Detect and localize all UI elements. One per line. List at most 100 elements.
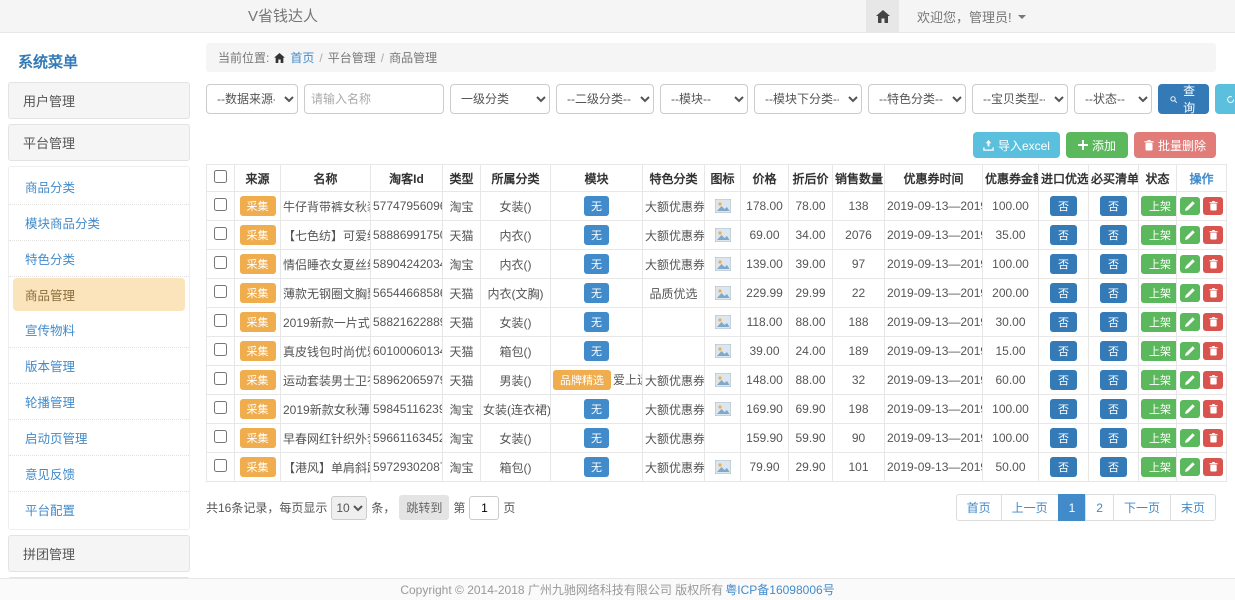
page-button-1[interactable]: 1 [1058,494,1087,521]
page-button-下一页[interactable]: 下一页 [1113,494,1171,521]
status-on-shelf-button[interactable]: 上架 [1141,254,1177,274]
delete-button[interactable] [1203,226,1223,244]
row-checkbox[interactable] [214,343,227,356]
jump-button[interactable]: 跳转到 [399,495,449,520]
must-buy-toggle[interactable]: 否 [1100,399,1127,419]
status-select[interactable]: --状态-- [1074,84,1152,114]
sidebar-item[interactable]: 特色分类 [9,241,189,277]
sidebar-item[interactable]: 轮播管理 [9,384,189,420]
sidebar-item[interactable]: 版本管理 [9,348,189,384]
select-all-checkbox[interactable] [214,170,227,183]
sidebar-item[interactable]: 启动页管理 [9,420,189,456]
import-select-toggle[interactable]: 否 [1050,312,1077,332]
delete-button[interactable] [1203,400,1223,418]
module-sub-category-select[interactable]: --模块下分类-- [754,84,862,114]
status-on-shelf-button[interactable]: 上架 [1141,457,1177,477]
delete-button[interactable] [1203,342,1223,360]
status-on-shelf-button[interactable]: 上架 [1141,428,1177,448]
row-checkbox[interactable] [214,401,227,414]
sidebar-item[interactable]: 宣传物料 [9,312,189,348]
must-buy-toggle[interactable]: 否 [1100,457,1127,477]
import-select-toggle[interactable]: 否 [1050,196,1077,216]
sidebar-item[interactable]: 模块商品分类 [9,205,189,241]
must-buy-toggle[interactable]: 否 [1100,254,1127,274]
import-select-toggle[interactable]: 否 [1050,399,1077,419]
delete-button[interactable] [1203,284,1223,302]
per-page-select[interactable]: 10 [331,496,367,520]
row-checkbox[interactable] [214,198,227,211]
feature-category-select[interactable]: --特色分类-- [868,84,966,114]
import-select-toggle[interactable]: 否 [1050,225,1077,245]
delete-button[interactable] [1203,255,1223,273]
edit-button[interactable] [1180,313,1200,331]
sidebar-item[interactable]: 商品分类 [9,169,189,205]
must-buy-toggle[interactable]: 否 [1100,196,1127,216]
import-select-toggle[interactable]: 否 [1050,283,1077,303]
import-select-toggle[interactable]: 否 [1050,254,1077,274]
must-buy-toggle[interactable]: 否 [1100,225,1127,245]
add-button[interactable]: 添加 [1066,132,1128,158]
status-on-shelf-button[interactable]: 上架 [1141,370,1177,390]
row-checkbox[interactable] [214,459,227,472]
must-buy-toggle[interactable]: 否 [1100,312,1127,332]
sidebar-group[interactable]: 拼团管理 [8,535,190,572]
data-source-select[interactable]: --数据来源-- [206,84,298,114]
import-select-toggle[interactable]: 否 [1050,457,1077,477]
row-checkbox[interactable] [214,256,227,269]
page-button-2[interactable]: 2 [1085,494,1114,521]
page-button-末页[interactable]: 末页 [1170,494,1216,521]
status-on-shelf-button[interactable]: 上架 [1141,225,1177,245]
delete-button[interactable] [1203,458,1223,476]
sidebar-item-active[interactable]: 商品管理 [13,278,185,311]
edit-button[interactable] [1180,429,1200,447]
row-checkbox[interactable] [214,227,227,240]
sidebar-group[interactable]: 平台管理 [8,124,190,161]
edit-button[interactable] [1180,400,1200,418]
must-buy-toggle[interactable]: 否 [1100,341,1127,361]
name-input[interactable] [304,84,444,114]
must-buy-toggle[interactable]: 否 [1100,428,1127,448]
user-menu[interactable]: 欢迎您，管理员! [917,0,1026,33]
edit-button[interactable] [1180,371,1200,389]
import-select-toggle[interactable]: 否 [1050,370,1077,390]
status-on-shelf-button[interactable]: 上架 [1141,399,1177,419]
page-number-input[interactable] [469,496,499,520]
module-select[interactable]: --模块-- [660,84,748,114]
search-button[interactable]: 查询 [1158,84,1209,114]
delete-button[interactable] [1203,371,1223,389]
sidebar-item[interactable]: 意见反馈 [9,456,189,492]
delete-button[interactable] [1203,429,1223,447]
import-select-toggle[interactable]: 否 [1050,428,1077,448]
edit-button[interactable] [1180,197,1200,215]
row-checkbox[interactable] [214,314,227,327]
edit-button[interactable] [1180,342,1200,360]
level1-category-select[interactable]: 一级分类 [450,84,550,114]
status-on-shelf-button[interactable]: 上架 [1141,196,1177,216]
batch-delete-button[interactable]: 批量删除 [1134,132,1216,158]
edit-button[interactable] [1180,284,1200,302]
delete-button[interactable] [1203,313,1223,331]
status-on-shelf-button[interactable]: 上架 [1141,341,1177,361]
row-checkbox[interactable] [214,430,227,443]
item-type-select[interactable]: --宝贝类型-- [972,84,1068,114]
edit-button[interactable] [1180,255,1200,273]
breadcrumb-home-link[interactable]: 首页 [290,49,314,66]
row-checkbox[interactable] [214,372,227,385]
page-button-上一页[interactable]: 上一页 [1001,494,1059,521]
page-button-首页[interactable]: 首页 [956,494,1002,521]
edit-button[interactable] [1180,458,1200,476]
reset-button[interactable]: 重置 [1215,84,1235,114]
import-excel-button[interactable]: 导入excel [973,132,1060,158]
home-button[interactable] [866,0,899,33]
sidebar-item[interactable]: 平台配置 [9,492,189,527]
row-checkbox[interactable] [214,285,227,298]
delete-button[interactable] [1203,197,1223,215]
status-on-shelf-button[interactable]: 上架 [1141,283,1177,303]
must-buy-toggle[interactable]: 否 [1100,283,1127,303]
edit-button[interactable] [1180,226,1200,244]
icp-link[interactable]: 粤ICP备16098006号 [725,581,834,598]
sidebar-group[interactable]: 用户管理 [8,82,190,119]
status-on-shelf-button[interactable]: 上架 [1141,312,1177,332]
level2-category-select[interactable]: --二级分类-- [556,84,654,114]
must-buy-toggle[interactable]: 否 [1100,370,1127,390]
